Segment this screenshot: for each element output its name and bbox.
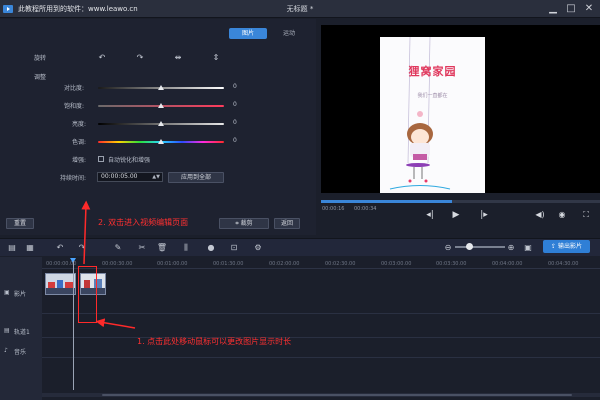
annotation-arrow-up [81, 200, 91, 265]
annotation-step-2: 2. 双击进入视频编辑页面 [98, 218, 189, 227]
annotation-step-1: 1. 点击此处移动鼠标可以更改图片显示时长 [137, 337, 292, 346]
annotation-arrows [81, 200, 136, 329]
annotation-arrow-left [95, 318, 136, 329]
